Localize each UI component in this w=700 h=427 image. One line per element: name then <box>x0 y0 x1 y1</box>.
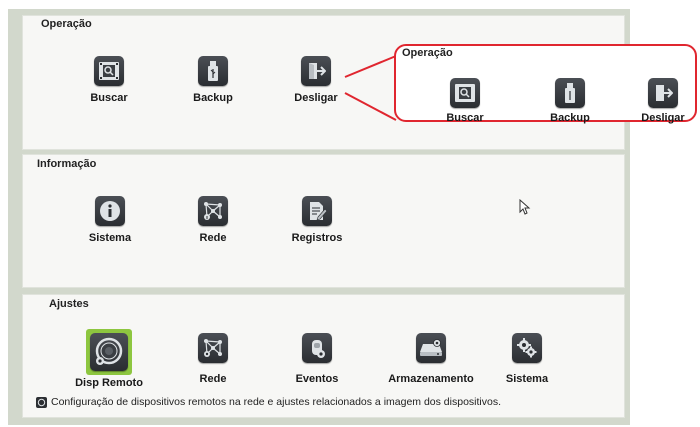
disp-remoto-label: Disp Remoto <box>75 377 143 389</box>
callout-backup-label: Backup <box>550 112 590 124</box>
events-icon <box>302 333 332 363</box>
buscar-label: Buscar <box>90 92 128 104</box>
remote-camera-small-icon <box>36 396 47 408</box>
usb-drive-icon <box>555 78 585 108</box>
search-film-icon <box>94 56 124 86</box>
selected-highlight <box>86 329 132 375</box>
eventos-label: Eventos <box>295 373 339 385</box>
buscar-button[interactable]: Buscar <box>69 56 149 104</box>
log-document-icon <box>302 196 332 226</box>
eventos-button[interactable]: Eventos <box>277 333 357 385</box>
armazenamento-button[interactable]: Armazenamento <box>379 333 483 385</box>
callout-desligar-label: Desligar <box>641 112 685 124</box>
callout-title: Operação <box>402 47 453 59</box>
callout-desligar-button[interactable]: Desligar <box>625 78 700 124</box>
registros-label: Registros <box>291 232 343 244</box>
registros-button[interactable]: Registros <box>277 196 357 244</box>
sistema-ajustes-button[interactable]: Sistema <box>487 333 567 385</box>
callout-backup-button[interactable]: Backup <box>530 78 610 124</box>
usb-drive-icon <box>198 56 228 86</box>
info-icon <box>95 196 125 226</box>
description-text: Configuração de dispositivos remotos na … <box>51 396 501 408</box>
rede-ajustes-label: Rede <box>199 373 227 385</box>
informacao-title: Informação <box>37 158 97 170</box>
callout-buscar-label: Buscar <box>446 112 484 124</box>
disp-remoto-button[interactable]: Disp Remoto <box>69 329 149 389</box>
operacao-title: Operação <box>41 18 92 30</box>
ajustes-title: Ajustes <box>49 298 89 310</box>
gears-icon <box>512 333 542 363</box>
rede-ajustes-button[interactable]: Rede <box>173 333 253 385</box>
hard-drive-icon <box>416 333 446 363</box>
network-settings-icon <box>198 333 228 363</box>
logout-icon <box>648 78 678 108</box>
callout-connector <box>344 55 397 121</box>
armazenamento-label: Armazenamento <box>388 373 474 385</box>
remote-camera-icon <box>90 333 128 371</box>
rede-info-button[interactable]: Rede <box>173 196 253 244</box>
mouse-cursor-icon <box>519 199 531 215</box>
search-film-icon <box>450 78 480 108</box>
logout-icon <box>301 56 331 86</box>
callout-buscar-button[interactable]: Buscar <box>425 78 505 124</box>
backup-button[interactable]: Backup <box>173 56 253 104</box>
sistema-ajustes-label: Sistema <box>505 373 549 385</box>
description-bar: Configuração de dispositivos remotos na … <box>36 396 501 408</box>
operacao-callout: Operação Buscar Backup Desligar <box>394 44 700 124</box>
backup-label: Backup <box>193 92 233 104</box>
rede-info-label: Rede <box>199 232 227 244</box>
informacao-panel: Informação Sistema Rede Registros <box>22 154 625 288</box>
network-info-icon <box>198 196 228 226</box>
sistema-info-button[interactable]: Sistema <box>70 196 150 244</box>
sistema-info-label: Sistema <box>88 232 132 244</box>
